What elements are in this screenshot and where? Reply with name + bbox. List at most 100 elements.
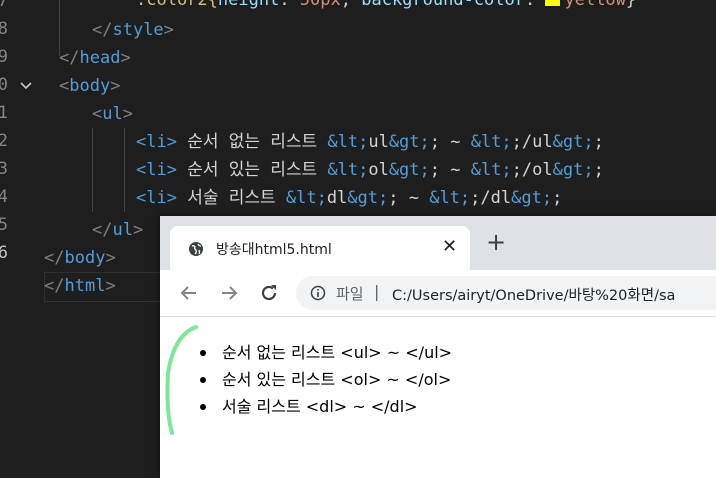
browser-window[interactable]: 방송대html5.html ✕ + 파일 | C:/Users/airyt/On… [160,216,716,478]
line-number: 3 [0,159,8,179]
line-number: 4 [0,187,8,207]
code-line-li: <li> 서술 리스트 &lt;dl&gt;; ~ &lt;;/dl&gt;; [136,184,562,212]
code-line-open-body: <body> [59,72,120,100]
code-text: ; [593,160,604,180]
tag-name: style [112,20,164,40]
entity: &gt; [388,132,430,152]
back-arrow-icon[interactable] [178,282,200,304]
entity: &gt; [511,188,553,208]
entity: &lt; [285,188,327,208]
line-number: 2 [0,131,8,151]
entity: &gt; [552,132,594,152]
tab-strip: 방송대html5.html ✕ + [160,216,716,270]
omnibox-separator: | [374,282,380,301]
tag-name: ul [102,104,123,124]
list-item: 서술 리스트 <dl> ~ </dl> [200,393,452,420]
tag-bracket: </ [59,48,80,68]
line-number-gutter: 7 8 9 0 1 2 3 4 5 6 [0,0,44,478]
tag-bracket: > [105,276,116,296]
entity: &lt; [470,160,512,180]
annotation-bracket [165,325,198,435]
punctuation: : [279,0,300,10]
line-number: 0 [0,75,8,95]
list-item: 순서 있는 리스트 <ol> ~ </ol> [200,366,452,393]
li-text: 순서 있는 리스트 [176,160,328,180]
code-line-li: <li> 순서 있는 리스트 &lt;ol&gt;; ~ &lt;;/ol&gt… [136,156,604,184]
code-text: dl [326,188,348,208]
entity: &lt; [470,132,512,152]
punctuation: : [525,0,546,10]
browser-tab[interactable]: 방송대html5.html ✕ [170,226,470,270]
li-text: 서술 리스트 [176,188,286,208]
code-text: ul [368,132,389,152]
entity: &gt; [347,188,389,208]
line-number-current: 6 [0,243,8,263]
tag-bracket: > [110,76,121,96]
tag-name: body [64,248,106,268]
tag-bracket: > [120,48,131,68]
code-text: ol [368,160,389,180]
punctuation: ; [340,0,362,10]
tag-name: ul [112,220,133,240]
close-icon[interactable]: ✕ [442,236,457,257]
css-value: 50px [299,0,341,10]
code-text: ;/ol [511,160,553,180]
tag-name: <li> [136,132,177,152]
code-line-open-ul: <ul> [92,100,133,128]
tag-name: <li> [136,188,177,208]
line-number: 8 [0,19,8,39]
file-scheme-label: 파일 [336,285,364,303]
entity: &gt; [388,160,430,180]
punctuation: } [625,0,637,10]
tag-bracket: </ [44,276,65,296]
entity: &gt; [552,160,594,180]
page-viewport: 순서 없는 리스트 <ul> ~ </ul> 순서 있는 리스트 <ol> ~ … [160,317,716,478]
code-text: ;/ul [511,132,553,152]
chevron-down-icon[interactable] [18,78,34,94]
code-line-close-style: </style> [92,16,174,44]
code-line-li: <li> 순서 없는 리스트 &lt;ul&gt;; ~ &lt;;/ul&gt… [136,128,604,156]
code-text: ; ~ [429,160,471,180]
new-tab-button[interactable]: + [486,230,506,254]
reload-icon[interactable] [258,282,280,304]
code-line-close-head: </head> [59,44,131,72]
css-value: yellow [564,0,626,10]
tag-name: body [69,76,111,96]
indent-guide [92,128,93,212]
tag-bracket: </ [92,20,113,40]
globe-icon [189,242,203,256]
code-line-close-ul: </ul> [92,216,143,244]
entity: &lt; [327,160,369,180]
tag-bracket: > [122,104,133,124]
url-text[interactable]: C:/Users/airyt/OneDrive/바탕%20화면/sa [392,284,675,305]
tag-bracket: > [132,220,144,240]
tab-title: 방송대html5.html [216,242,332,258]
tag-bracket: </ [92,220,113,240]
code-line-close-html: </html> [44,272,116,300]
code-text: ; ~ [429,132,471,152]
forward-arrow-icon[interactable] [218,282,240,304]
entity: &lt; [327,132,369,152]
list-item: 순서 없는 리스트 <ul> ~ </ul> [200,339,452,366]
tag-bracket: </ [44,248,65,268]
css-property: height [217,0,280,10]
tag-bracket: < [92,104,103,124]
indent-guide [124,128,125,212]
rendered-list: 순서 없는 리스트 <ul> ~ </ul> 순서 있는 리스트 <ol> ~ … [200,339,452,420]
color-swatch[interactable] [545,0,561,6]
css-selector: .color2{ [136,0,218,10]
li-text: 순서 없는 리스트 [176,132,328,152]
code-text: ; [593,132,604,152]
line-number: 1 [0,103,8,123]
line-number: 5 [0,215,8,235]
code-line-close-body: </body> [44,244,116,272]
tag-bracket: > [105,248,116,268]
code-line-style-rule: .color2{height: 50px; background-color: … [136,0,636,14]
info-icon[interactable] [310,285,326,301]
code-text: ; ~ [388,188,430,208]
line-number: 7 [0,0,8,11]
address-bar[interactable]: 파일 | C:/Users/airyt/OneDrive/바탕%20화면/sa [296,276,716,310]
entity: &lt; [429,188,471,208]
code-text: ; [552,188,563,208]
tag-name: <li> [136,160,177,180]
